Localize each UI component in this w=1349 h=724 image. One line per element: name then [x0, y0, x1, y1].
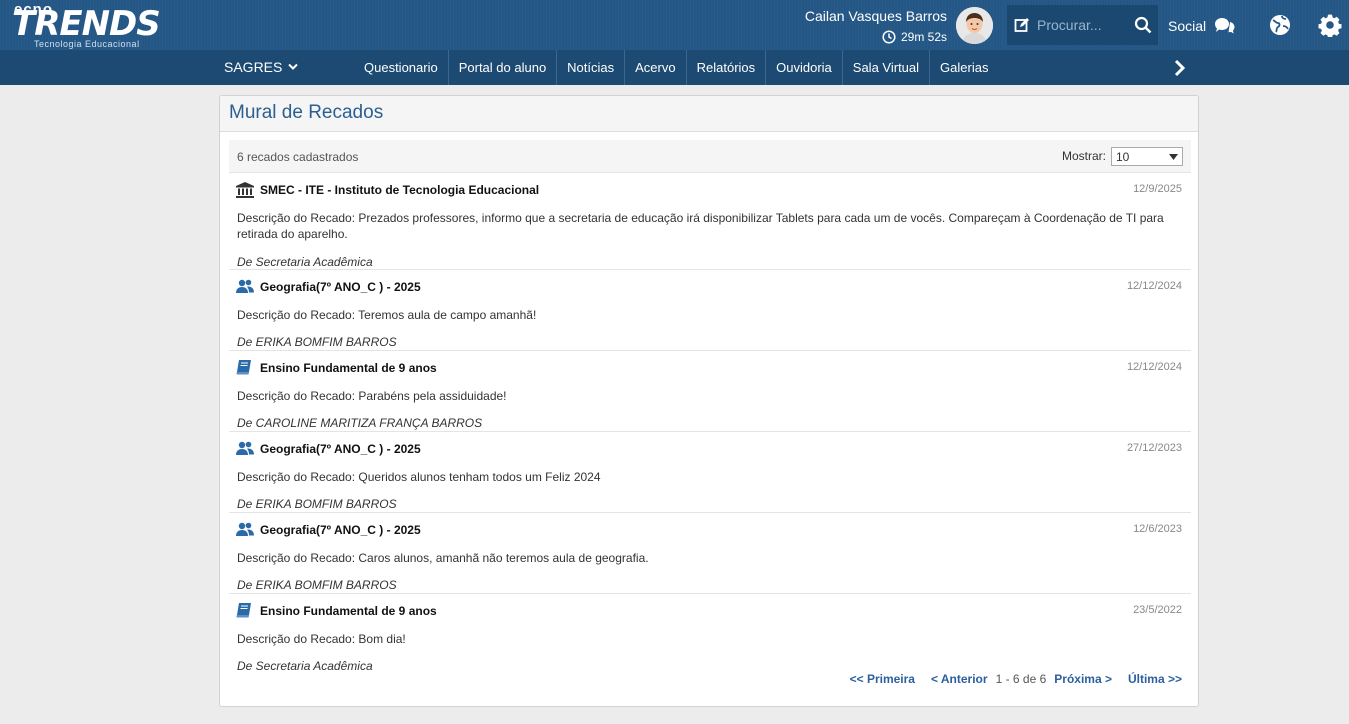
message-title: Ensino Fundamental de 9 anos: [260, 361, 437, 375]
page-size-select[interactable]: 10: [1111, 147, 1183, 166]
book-icon: [236, 360, 252, 378]
caret-down-icon: [1169, 153, 1178, 160]
show-label: Mostrar:: [1062, 149, 1107, 163]
next-page-link[interactable]: Próxima >: [1054, 672, 1112, 686]
user-name[interactable]: Cailan Vasques Barros: [805, 8, 947, 24]
logo[interactable]: ecno TRENDS Tecnologia Educacional: [12, 1, 161, 49]
top-header: ecno TRENDS Tecnologia Educacional Caila…: [0, 0, 1349, 50]
nav-item-ouvidoria[interactable]: Ouvidoria: [766, 50, 843, 85]
users-icon: [236, 522, 254, 540]
message-date: 23/5/2022: [1133, 604, 1182, 616]
message-description: Descrição do Recado: Parabéns pela assid…: [237, 389, 507, 403]
nav-item-relatorios[interactable]: Relatórios: [687, 50, 767, 85]
first-page-link[interactable]: << Primeira: [850, 672, 915, 686]
avatar[interactable]: [956, 7, 993, 44]
list-header: 6 recados cadastrados Mostrar: 10: [229, 140, 1191, 173]
message-item[interactable]: Geografia(7º ANO_C ) - 2025 12/12/2024 D…: [229, 270, 1191, 351]
search-icon[interactable]: [1129, 16, 1157, 34]
message-date: 12/12/2024: [1126, 280, 1182, 292]
message-date: 27/12/2023: [1126, 442, 1182, 454]
message-author: De Secretaria Acadêmica: [237, 255, 373, 269]
nav-item-portal-do-aluno[interactable]: Portal do aluno: [449, 50, 558, 85]
panel-header: Mural de Recados: [220, 96, 1198, 132]
users-icon: [236, 441, 254, 459]
message-author: De ERIKA BOMFIM BARROS: [237, 578, 397, 592]
message-date: 12/6/2023: [1133, 523, 1182, 535]
edit-icon[interactable]: [1007, 17, 1037, 33]
message-date: 12/9/2025: [1133, 183, 1182, 195]
message-item[interactable]: Ensino Fundamental de 9 anos 12/12/2024 …: [229, 351, 1191, 432]
message-author: De CAROLINE MARITIZA FRANÇA BARROS: [237, 416, 483, 430]
search-box: [1007, 5, 1158, 45]
page-info: 1 - 6 de 6: [995, 672, 1047, 686]
users-icon: [236, 279, 254, 297]
session-timer: 29m 52s: [882, 30, 947, 44]
social-label: Social: [1168, 18, 1207, 34]
logo-subtitle: Tecnologia Educacional: [34, 39, 140, 49]
nav-items: Questionario Portal do aluno Notícias Ac…: [354, 50, 998, 85]
nav-brand-label: SAGRES: [224, 59, 283, 75]
message-author: De Secretaria Acadêmica: [237, 659, 373, 673]
session-timer-text: 29m 52s: [900, 30, 947, 44]
user-avatar-icon: [956, 7, 993, 44]
search-input[interactable]: [1037, 17, 1129, 33]
message-description: Descrição do Recado: Teremos aula de cam…: [237, 308, 537, 322]
message-title: Geografia(7º ANO_C ) - 2025: [260, 280, 421, 294]
message-item[interactable]: Ensino Fundamental de 9 anos 23/5/2022 D…: [229, 594, 1191, 674]
page-size-value: 10: [1116, 149, 1130, 164]
message-board-panel: Mural de Recados 6 recados cadastrados M…: [219, 95, 1199, 707]
sagres-dropdown[interactable]: SAGRES: [224, 59, 299, 75]
message-title: Geografia(7º ANO_C ) - 2025: [260, 442, 421, 456]
message-description: Descrição do Recado: Queridos alunos ten…: [237, 470, 601, 484]
message-author: De ERIKA BOMFIM BARROS: [237, 497, 397, 511]
message-author: De ERIKA BOMFIM BARROS: [237, 335, 397, 349]
book-icon: [236, 603, 252, 621]
social-button[interactable]: Social: [1168, 16, 1236, 36]
globe-icon[interactable]: [1268, 13, 1292, 40]
last-page-link[interactable]: Última >>: [1128, 672, 1182, 686]
message-title: Geografia(7º ANO_C ) - 2025: [260, 523, 421, 537]
message-description: Descrição do Recado: Prezados professore…: [237, 211, 1164, 241]
chevron-right-icon[interactable]: [1173, 59, 1187, 80]
message-title: Ensino Fundamental de 9 anos: [260, 604, 437, 618]
pagination: << Primeira < Anterior 1 - 6 de 6 Próxim…: [840, 672, 1182, 686]
nav-item-acervo[interactable]: Acervo: [625, 50, 687, 85]
message-item[interactable]: Geografia(7º ANO_C ) - 2025 12/6/2023 De…: [229, 513, 1191, 594]
nav-item-sala-virtual[interactable]: Sala Virtual: [843, 50, 931, 85]
message-item[interactable]: Geografia(7º ANO_C ) - 2025 27/12/2023 D…: [229, 432, 1191, 513]
message-title: SMEC - ITE - Instituto de Tecnologia Edu…: [260, 183, 540, 197]
message-date: 12/12/2024: [1126, 361, 1182, 373]
message-count: 6 recados cadastrados: [237, 150, 359, 164]
chevron-down-icon: [288, 63, 299, 70]
message-description: Descrição do Recado: Bom dia!: [237, 632, 406, 646]
logo-main-text: TRENDS: [12, 4, 161, 44]
message-description: Descrição do Recado: Caros alunos, amanh…: [237, 551, 649, 565]
chat-bubble-icon: [1215, 18, 1235, 34]
nav-item-galerias[interactable]: Galerias: [930, 50, 998, 85]
clock-icon: [882, 30, 896, 44]
nav-item-noticias[interactable]: Notícias: [557, 50, 626, 85]
institution-icon: [236, 182, 254, 201]
nav-item-questionario[interactable]: Questionario: [354, 50, 449, 85]
prev-page-link[interactable]: < Anterior: [931, 672, 988, 686]
gear-icon[interactable]: [1318, 13, 1342, 40]
message-item[interactable]: SMEC - ITE - Instituto de Tecnologia Edu…: [229, 173, 1191, 270]
page-title: Mural de Recados: [229, 102, 384, 123]
main-nav: SAGRES Questionario Portal do aluno Notí…: [0, 50, 1349, 85]
